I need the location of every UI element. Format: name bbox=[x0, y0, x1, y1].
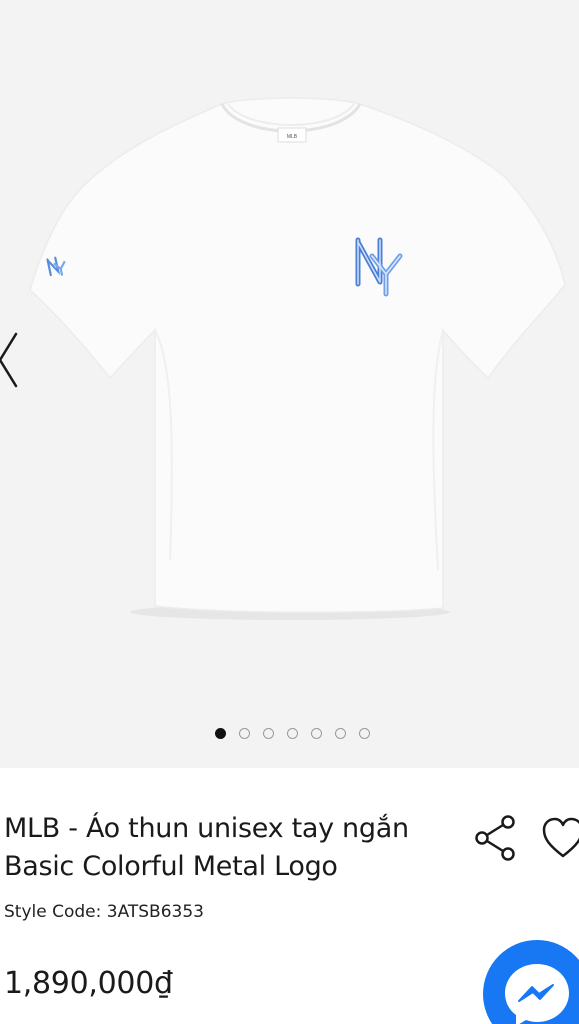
product-gallery[interactable]: MLB bbox=[0, 0, 579, 768]
product-title: MLB - Áo thun unisex tay ngắn Basic Colo… bbox=[4, 813, 409, 882]
heart-icon[interactable] bbox=[538, 814, 579, 862]
slide-dot-6[interactable] bbox=[334, 728, 346, 739]
messenger-icon bbox=[505, 964, 569, 1024]
share-icon[interactable] bbox=[470, 812, 522, 864]
slide-indicator bbox=[0, 728, 579, 744]
style-code: Style Code: 3ATSB6353 bbox=[4, 902, 204, 922]
messenger-chat-button[interactable] bbox=[483, 940, 579, 1024]
svg-text:MLB: MLB bbox=[287, 134, 298, 140]
slide-dot-1[interactable] bbox=[214, 728, 226, 739]
product-price: 1,890,000₫ bbox=[4, 966, 173, 1001]
product-image: MLB bbox=[29, 97, 566, 620]
slide-dot-4[interactable] bbox=[286, 728, 298, 739]
product-page: MLB MLB - Áo thun unisex tay ngắn Basic … bbox=[0, 0, 579, 1024]
slide-dot-7[interactable] bbox=[358, 728, 370, 739]
chevron-left-icon[interactable] bbox=[0, 330, 24, 390]
slide-dot-5[interactable] bbox=[310, 728, 322, 739]
slide-dot-2[interactable] bbox=[238, 728, 250, 739]
slide-dot-3[interactable] bbox=[262, 728, 274, 739]
